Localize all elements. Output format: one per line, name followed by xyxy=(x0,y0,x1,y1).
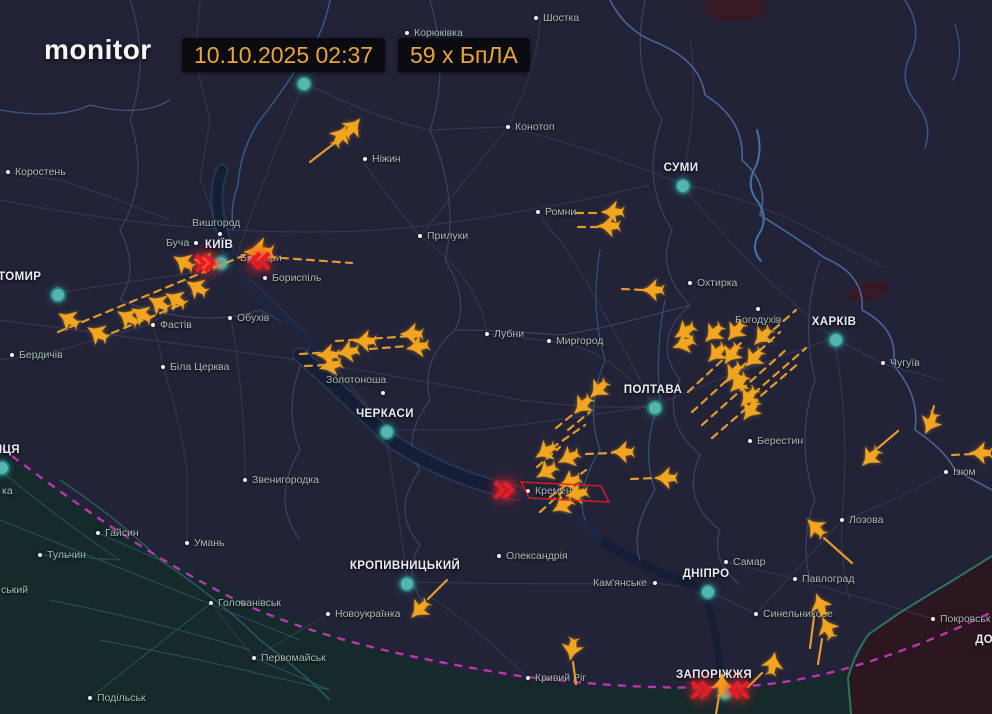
drone-icon[interactable] xyxy=(697,317,730,350)
drone-icon[interactable] xyxy=(915,408,946,440)
drone-trail xyxy=(878,431,898,448)
drone-icon[interactable] xyxy=(641,279,665,302)
impact-glow xyxy=(244,247,272,275)
drone-icon[interactable] xyxy=(601,201,625,224)
drone-trail xyxy=(622,289,644,290)
drone-trail xyxy=(370,346,408,349)
drone-icon[interactable] xyxy=(400,323,424,346)
drone-layer xyxy=(0,0,992,714)
drone-icon[interactable] xyxy=(799,511,832,544)
drone-icon[interactable] xyxy=(719,315,752,348)
drone-icon[interactable] xyxy=(812,612,843,644)
impact-glow xyxy=(492,476,520,504)
drone-trail xyxy=(748,673,762,687)
drone-icon[interactable] xyxy=(81,317,113,349)
drone-trail xyxy=(573,662,576,684)
drone-trail xyxy=(586,453,612,454)
drone-trail xyxy=(716,696,719,714)
drone-trail xyxy=(631,478,656,479)
drone-icon[interactable] xyxy=(805,589,835,620)
impact-glow xyxy=(689,676,717,704)
drone-trail xyxy=(824,538,852,563)
drone-trail xyxy=(268,257,352,263)
drone-trail xyxy=(428,580,447,599)
drone-icon[interactable] xyxy=(559,635,586,663)
drone-trail xyxy=(310,142,336,162)
impact-glow xyxy=(723,676,751,704)
drone-icon[interactable] xyxy=(403,593,436,626)
drone-trail xyxy=(810,617,814,648)
drone-icon[interactable] xyxy=(668,329,699,359)
map-canvas[interactable]: КоростеньКорюківкаШосткаКонотопНіжинПрил… xyxy=(0,0,992,714)
drone-icon[interactable] xyxy=(969,442,992,465)
drone-icon[interactable] xyxy=(529,436,561,468)
drone-icon[interactable] xyxy=(760,650,787,678)
drone-trail xyxy=(58,253,250,332)
drone-icon[interactable] xyxy=(52,303,84,335)
drone-trail xyxy=(952,454,974,455)
drone-trail xyxy=(818,639,822,664)
drone-icon[interactable] xyxy=(654,467,678,490)
impact-glow xyxy=(193,249,221,277)
drone-icon[interactable] xyxy=(597,215,621,238)
drone-icon[interactable] xyxy=(553,442,585,473)
drone-icon[interactable] xyxy=(611,441,635,464)
